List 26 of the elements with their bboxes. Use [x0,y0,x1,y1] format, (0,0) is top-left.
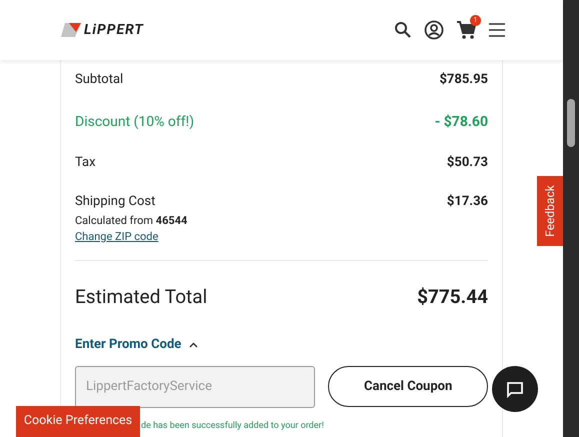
feedback-tab[interactable]: Feedback [537,176,563,246]
shipping-note: Calculated from 46544 [75,212,188,228]
chat-icon [506,380,524,398]
cart-icon[interactable] [456,20,476,40]
logo-icon [61,23,81,37]
cookie-preferences-button[interactable]: Cookie Preferences [16,406,140,437]
summary-label: Subtotal [75,71,124,89]
discount-value: - $78.60 [434,112,488,132]
chevron-up-icon [189,342,198,348]
logo-text[interactable]: LiPPERT [84,20,144,40]
discount-label: Discount (10% off!) [75,112,194,132]
summary-value: $50.73 [446,154,488,172]
account-icon[interactable] [424,20,444,40]
total-label: Estimated Total [75,284,208,310]
success-message: de has been successfully added to your order! [141,420,324,430]
search-icon[interactable] [394,21,412,39]
scrollbar[interactable] [563,0,579,437]
chat-button[interactable] [492,366,538,412]
change-zip-link[interactable]: Change ZIP code [75,229,158,246]
summary-label: Tax [75,154,96,172]
summary-value: $785.95 [439,71,488,89]
total-value: $775.44 [417,284,488,310]
summary-label: Shipping Cost [75,193,156,211]
menu-icon[interactable] [488,22,506,38]
scrollbar-thumb[interactable] [567,99,575,147]
summary-value: $17.36 [446,193,488,211]
